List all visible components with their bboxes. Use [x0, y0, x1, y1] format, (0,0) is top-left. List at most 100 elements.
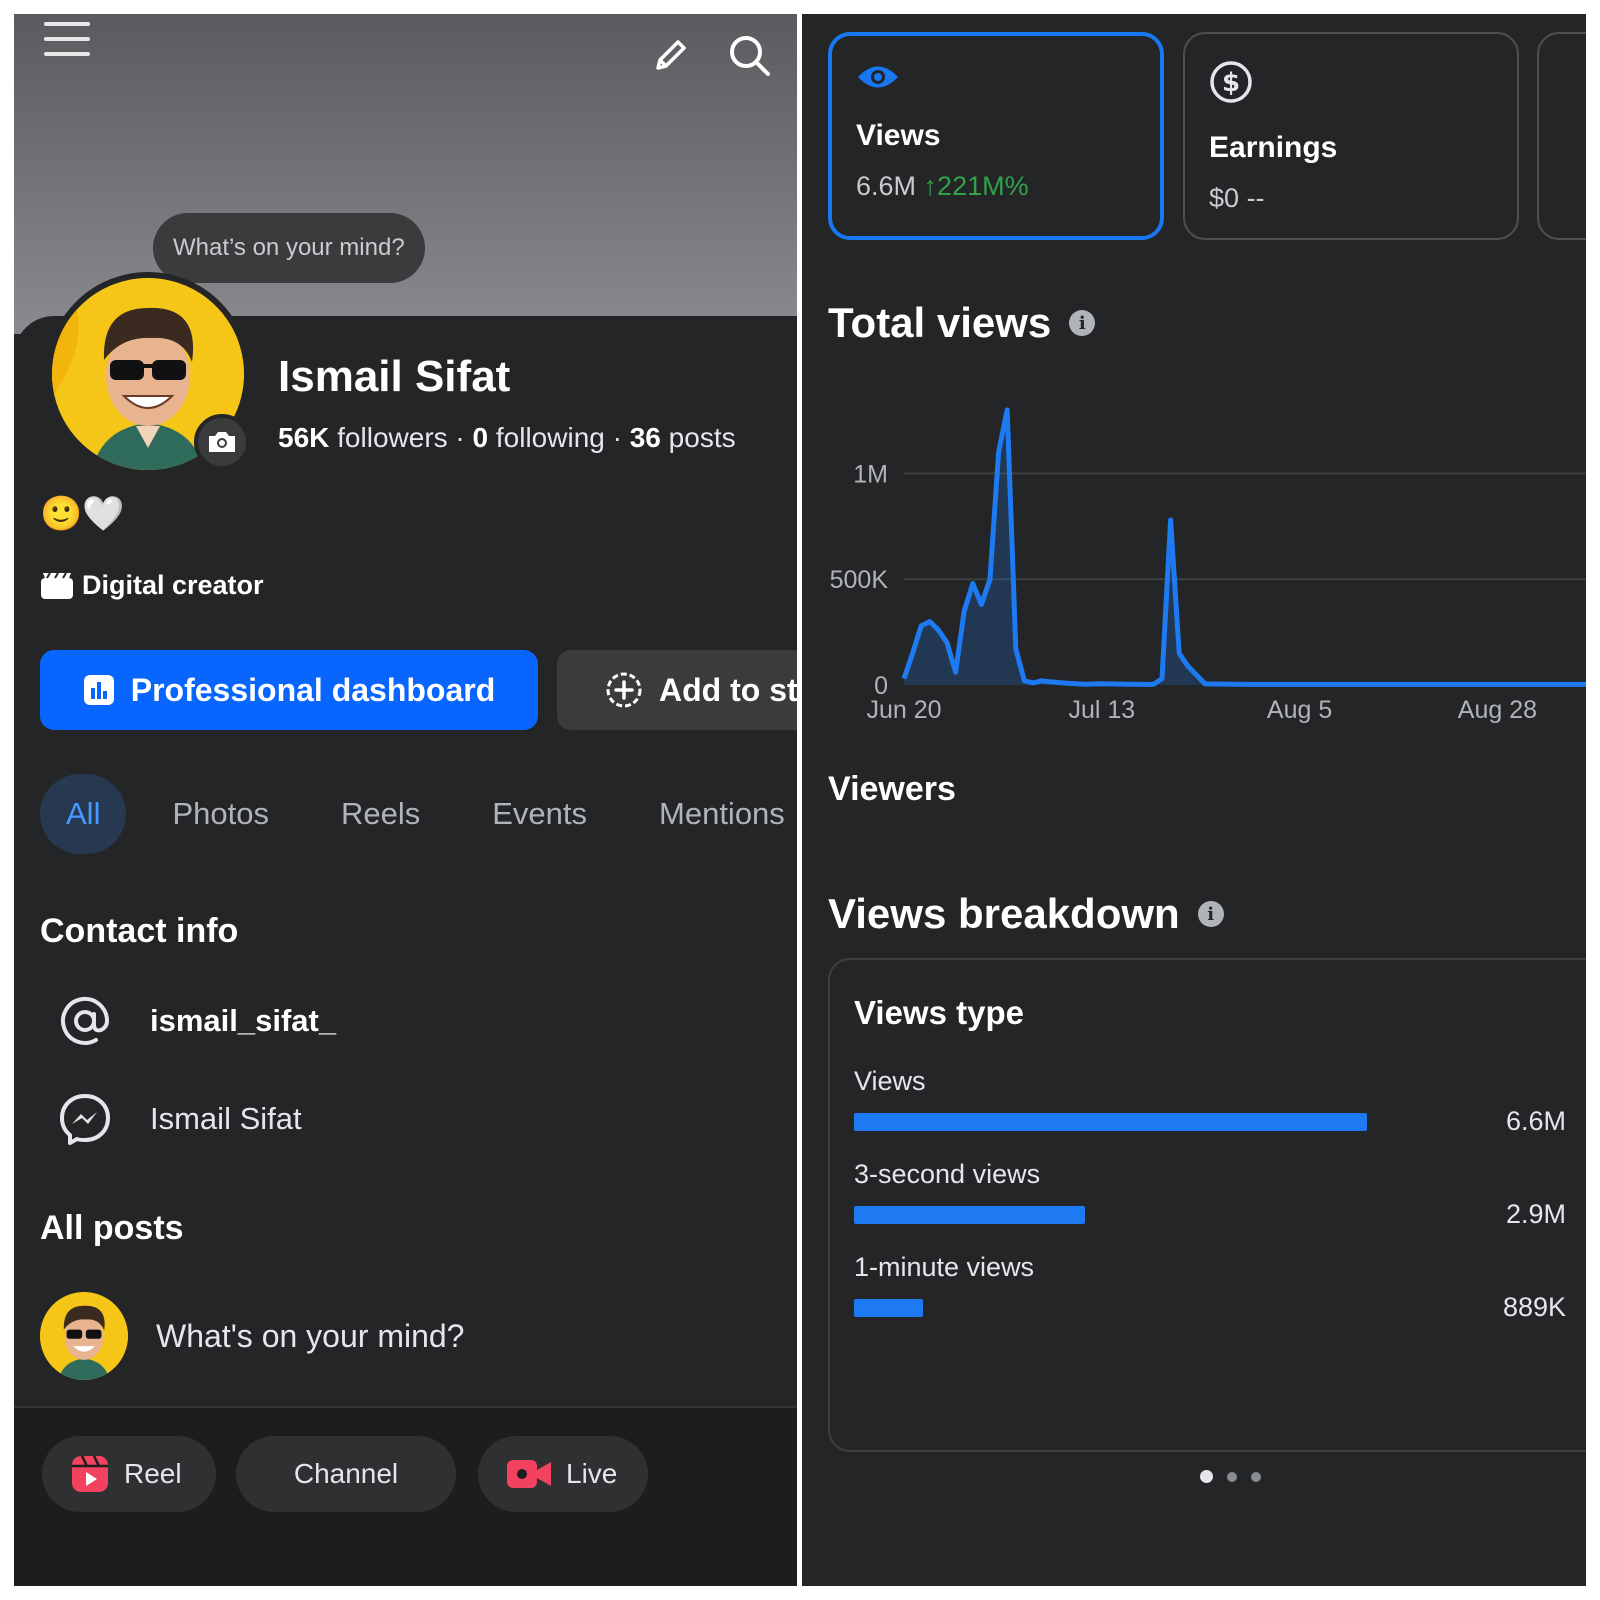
tab-mentions[interactable]: Mentions — [623, 774, 797, 854]
views-type-value: 889K — [1502, 1292, 1566, 1322]
followers-label[interactable]: followers — [337, 422, 447, 453]
views-type-label: Views — [854, 1066, 926, 1096]
category-label: Digital creator — [82, 570, 264, 600]
views-change: 221M% — [937, 171, 1029, 201]
create-bar: Reel Channel Live — [14, 1406, 797, 1586]
tab-all[interactable]: All — [40, 774, 127, 854]
views-breakdown-title: Views breakdown — [828, 890, 1180, 937]
following-count[interactable]: 0 — [473, 422, 489, 453]
y-tick-label: 500K — [830, 566, 889, 594]
live-label: Live — [566, 1458, 618, 1489]
info-icon[interactable]: i — [1197, 901, 1224, 927]
three-second-views-bar — [854, 1206, 1085, 1224]
change-photo-button[interactable] — [194, 414, 250, 470]
pager-dot[interactable] — [1251, 1471, 1261, 1482]
channel-label: Channel — [293, 1458, 399, 1489]
reel-icon — [72, 1455, 108, 1492]
add-to-story-label: Add to story — [659, 671, 797, 708]
stats-separator: · — [612, 422, 622, 453]
tab-reels[interactable]: Reels — [305, 774, 456, 854]
views-type-value: 6.6M — [1505, 1106, 1566, 1136]
contact-instagram-row[interactable]: ismail_sifat_ — [58, 994, 336, 1048]
views-breakdown-heading: Views breakdown i — [828, 890, 1224, 938]
x-tick-label: Jun 20 — [866, 696, 941, 724]
add-to-story-button[interactable]: Add to story — [557, 650, 797, 730]
followers-count[interactable]: 56K — [278, 422, 329, 453]
messenger-name[interactable]: Ismail Sifat — [150, 1101, 302, 1137]
messenger-icon — [60, 1094, 110, 1145]
views-type-row: 1-minute views 889K — [854, 1252, 1566, 1322]
post-composer[interactable]: What's on your mind? — [40, 1292, 464, 1380]
camera-icon — [209, 432, 235, 452]
status-bubble[interactable]: What’s on your mind? — [153, 213, 425, 283]
metric-label: Earnings — [1209, 131, 1338, 164]
dollar-circle-icon: $ — [1210, 61, 1252, 103]
live-button[interactable]: Live — [478, 1436, 648, 1512]
metric-card-earnings[interactable]: $ Earnings $0 -- — [1183, 32, 1519, 240]
posts-count: 36 — [629, 422, 661, 453]
carousel-pager — [1200, 1470, 1261, 1483]
insights-panel: Views 6.6M ↑221M% $ Earnings $0 -- Total… — [802, 14, 1586, 1586]
profile-name: Ismail Sifat — [278, 352, 511, 401]
composer-avatar — [40, 1292, 128, 1380]
trend-up-icon: ↑ — [923, 171, 938, 201]
menu-icon[interactable] — [44, 22, 90, 62]
views-type-row: Views 6.6M — [854, 1066, 1566, 1136]
clapperboard-icon — [41, 571, 73, 599]
x-tick-label: Aug 5 — [1267, 696, 1332, 724]
svg-text:$: $ — [1222, 68, 1240, 98]
bar-track — [854, 1113, 1566, 1131]
contact-info-heading: Contact info — [40, 912, 239, 950]
tab-events[interactable]: Events — [456, 774, 623, 854]
profile-sheet — [14, 316, 797, 1586]
professional-dashboard-label: Professional dashboard — [130, 671, 496, 708]
search-icon[interactable] — [728, 34, 772, 78]
views-type-label: 3-second views — [854, 1159, 1041, 1189]
pager-dot[interactable] — [1227, 1471, 1237, 1482]
one-minute-views-bar — [854, 1299, 924, 1317]
live-video-icon — [507, 1460, 551, 1488]
total-views-title: Total views — [828, 299, 1052, 346]
metric-label: Views — [856, 119, 941, 152]
dashboard-chart-icon — [83, 675, 114, 705]
pager-dot[interactable] — [1200, 1470, 1213, 1483]
category-row: Digital creator — [40, 570, 264, 601]
tab-photos[interactable]: Photos — [136, 774, 305, 854]
following-label[interactable]: following — [496, 422, 605, 453]
at-sign-icon — [61, 996, 110, 1045]
metric-card-partial[interactable] — [1537, 32, 1586, 240]
reel-label: Reel — [124, 1458, 182, 1489]
bar-track — [854, 1206, 1566, 1224]
add-story-icon — [606, 672, 642, 708]
views-value: 6.6M — [856, 171, 917, 201]
all-posts-heading: All posts — [40, 1209, 184, 1247]
contact-messenger-row[interactable]: Ismail Sifat — [58, 1092, 302, 1146]
views-type-title: Views type — [854, 994, 1024, 1031]
instagram-handle[interactable]: ismail_sifat_ — [150, 1003, 336, 1039]
reel-button[interactable]: Reel — [42, 1436, 216, 1512]
composer-prompt[interactable]: What's on your mind? — [156, 1318, 464, 1355]
views-type-value: 2.9M — [1505, 1199, 1566, 1229]
bio-emojis: 🙂🤍 — [40, 495, 125, 533]
edit-pencil-icon[interactable] — [650, 34, 692, 76]
total-views-chart: 0500K1MJun 20 Jul 13 Aug 5 Aug 28 — [830, 407, 1586, 724]
x-tick-label: Aug 28 — [1458, 696, 1537, 724]
metric-card-views[interactable]: Views 6.6M ↑221M% — [828, 32, 1164, 240]
avatar-illustration-icon — [40, 1292, 128, 1380]
metric-value: 6.6M ↑221M% — [856, 171, 1136, 202]
eye-icon — [858, 66, 898, 88]
professional-dashboard-button[interactable]: Professional dashboard — [40, 650, 538, 730]
stats-separator: · — [455, 422, 465, 453]
channel-button[interactable]: Channel — [236, 1436, 456, 1512]
bar-track — [854, 1299, 1566, 1317]
views-bar — [854, 1113, 1367, 1131]
viewers-heading: Viewers — [828, 770, 956, 808]
profile-stats: 56K followers · 0 following · 36 posts — [278, 422, 736, 454]
earnings-change: -- — [1246, 183, 1265, 213]
earnings-value: $0 — [1209, 183, 1240, 213]
total-views-heading: Total views i — [828, 299, 1096, 347]
views-type-label: 1-minute views — [854, 1252, 1035, 1282]
metric-value: $0 -- — [1209, 183, 1493, 214]
info-icon[interactable]: i — [1069, 310, 1096, 336]
profile-tabs: All Photos Reels Events Mentions — [40, 774, 797, 854]
